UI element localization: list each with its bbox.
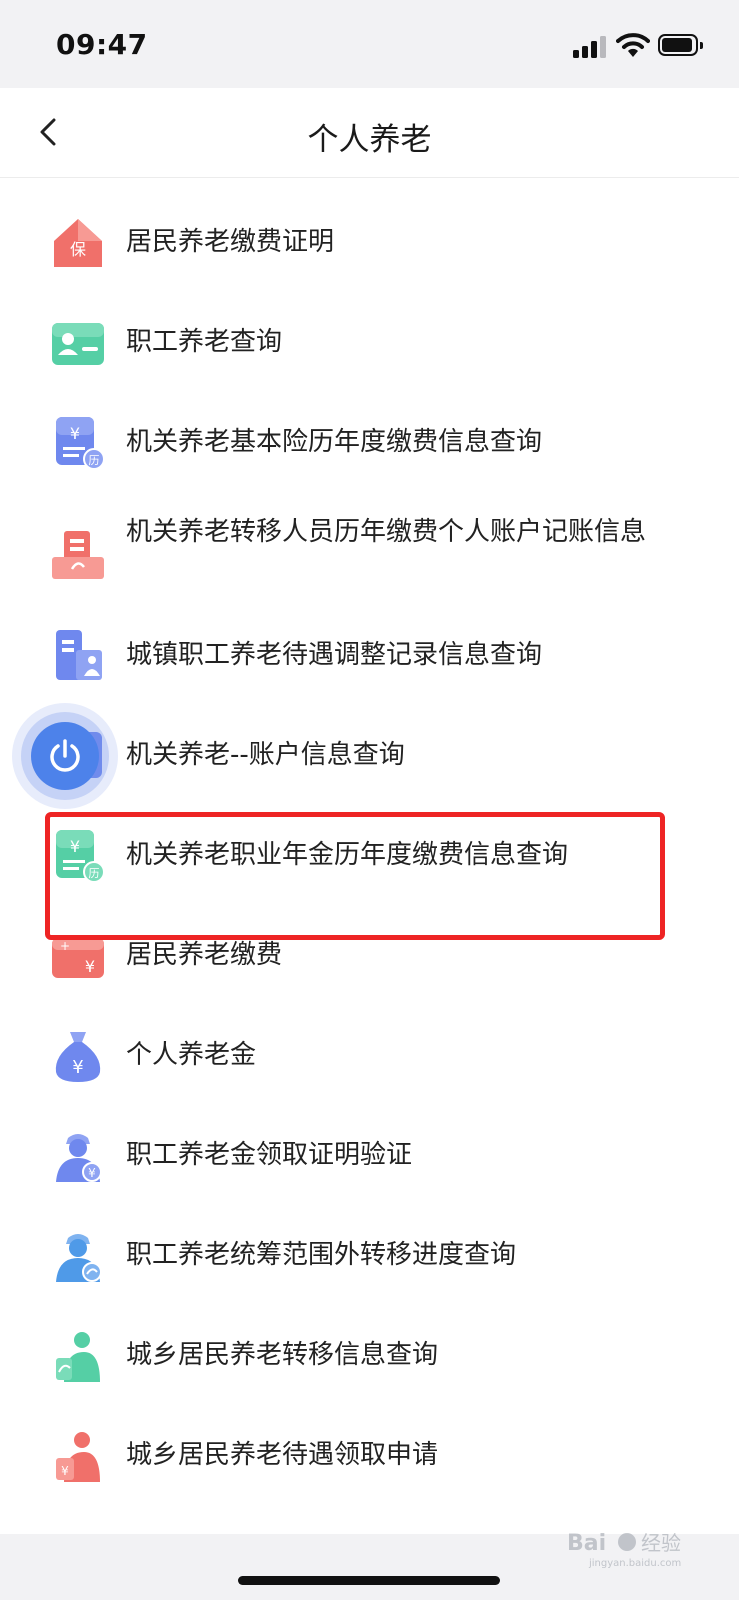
svg-text:¥: ¥ <box>85 957 95 976</box>
svg-text:¥: ¥ <box>88 1166 96 1180</box>
menu-item-employee-pension-query[interactable]: 职工养老查询 <box>0 293 739 393</box>
cellular-signal-icon <box>573 34 607 58</box>
menu-item-resident-payment-certificate[interactable]: 保 居民养老缴费证明 <box>0 193 739 293</box>
menu-item-label: 机关养老职业年金历年度缴费信息查询 <box>126 840 569 870</box>
svg-text:历: 历 <box>89 867 100 880</box>
home-indicator <box>238 1576 500 1585</box>
elder-yuan-icon: ¥ <box>56 1432 100 1482</box>
svg-text:+: + <box>60 939 70 953</box>
menu-item-label: 居民养老缴费证明 <box>126 227 335 257</box>
svg-text:经验: 经验 <box>641 1531 681 1555</box>
menu-item-urban-rural-benefit-application[interactable]: ¥ 城乡居民养老待遇领取申请 <box>0 1406 739 1506</box>
elder-transfer-icon <box>56 1332 100 1382</box>
id-card-icon <box>52 323 104 365</box>
menu-item-employee-pension-certificate-verify[interactable]: ¥ 职工养老金领取证明验证 <box>0 1106 739 1206</box>
svg-text:历: 历 <box>89 454 100 467</box>
menu-item-urban-employee-adjustment-records[interactable]: 城镇职工养老待遇调整记录信息查询 <box>0 606 739 706</box>
page-title: 个人养老 <box>307 122 432 158</box>
building-transfer-icon <box>52 531 104 579</box>
payment-card-icon: + ¥ <box>52 938 104 978</box>
svg-text:¥: ¥ <box>70 837 80 856</box>
menu-item-label: 机关养老--账户信息查询 <box>126 740 405 770</box>
menu-item-label: 职工养老查询 <box>126 327 283 357</box>
building-person-icon <box>56 630 102 680</box>
menu-item-label: 机关养老转移人员历年缴费个人账户记账信息 <box>126 517 647 547</box>
menu-item-occupational-annuity-history[interactable]: ¥ 历 机关养老职业年金历年度缴费信息查询 <box>0 806 739 906</box>
money-bag-icon: ¥ <box>55 1032 101 1082</box>
floating-power-button[interactable] <box>12 703 118 809</box>
worker-yuan-icon: ¥ <box>56 1134 102 1182</box>
status-bar: 09:47 <box>0 0 739 88</box>
menu-item-label: 城镇职工养老待遇调整记录信息查询 <box>126 640 543 670</box>
menu-item-government-transfer-account-records[interactable]: 机关养老转移人员历年缴费个人账户记账信息 <box>0 493 739 623</box>
menu-item-label: 职工养老金领取证明验证 <box>126 1140 413 1170</box>
worker-transfer-icon <box>56 1234 102 1282</box>
menu-item-label: 机关养老基本险历年度缴费信息查询 <box>126 427 543 457</box>
svg-text:¥: ¥ <box>61 1464 69 1478</box>
insurance-house-icon: 保 <box>54 219 102 267</box>
svg-text:保: 保 <box>70 240 86 259</box>
menu-item-government-basic-insurance-history[interactable]: ¥ 历 机关养老基本险历年度缴费信息查询 <box>0 393 739 493</box>
nav-bar: 个人养老 <box>0 88 739 178</box>
menu-item-personal-pension[interactable]: ¥ 个人养老金 <box>0 1006 739 1106</box>
menu-item-employee-cross-region-transfer-progress[interactable]: 职工养老统筹范围外转移进度查询 <box>0 1206 739 1306</box>
menu-item-label: 居民养老缴费 <box>126 940 283 970</box>
power-icon <box>50 739 80 772</box>
svg-text:jingyan.baidu.com: jingyan.baidu.com <box>588 1558 681 1569</box>
menu-item-label: 城乡居民养老待遇领取申请 <box>126 1440 439 1470</box>
svg-text:Bai: Bai <box>567 1531 606 1556</box>
svg-text:¥: ¥ <box>70 424 80 443</box>
menu-item-label: 城乡居民养老转移信息查询 <box>126 1340 439 1370</box>
menu-item-urban-rural-transfer-info[interactable]: 城乡居民养老转移信息查询 <box>0 1306 739 1406</box>
svg-text:¥: ¥ <box>72 1057 83 1078</box>
baidu-jingyan-watermark: Bai 经验 jingyan.baidu.com <box>567 1531 681 1569</box>
status-time: 09:47 <box>56 28 148 61</box>
yuan-document-history-icon: ¥ 历 <box>56 417 105 470</box>
menu-item-label: 职工养老统筹范围外转移进度查询 <box>126 1240 517 1270</box>
menu-item-label: 个人养老金 <box>126 1040 257 1070</box>
battery-icon <box>658 34 703 56</box>
wifi-icon <box>616 33 650 57</box>
yuan-document-history-icon: ¥ 历 <box>56 830 105 883</box>
menu-item-resident-pension-payment[interactable]: + ¥ 居民养老缴费 <box>0 906 739 1006</box>
